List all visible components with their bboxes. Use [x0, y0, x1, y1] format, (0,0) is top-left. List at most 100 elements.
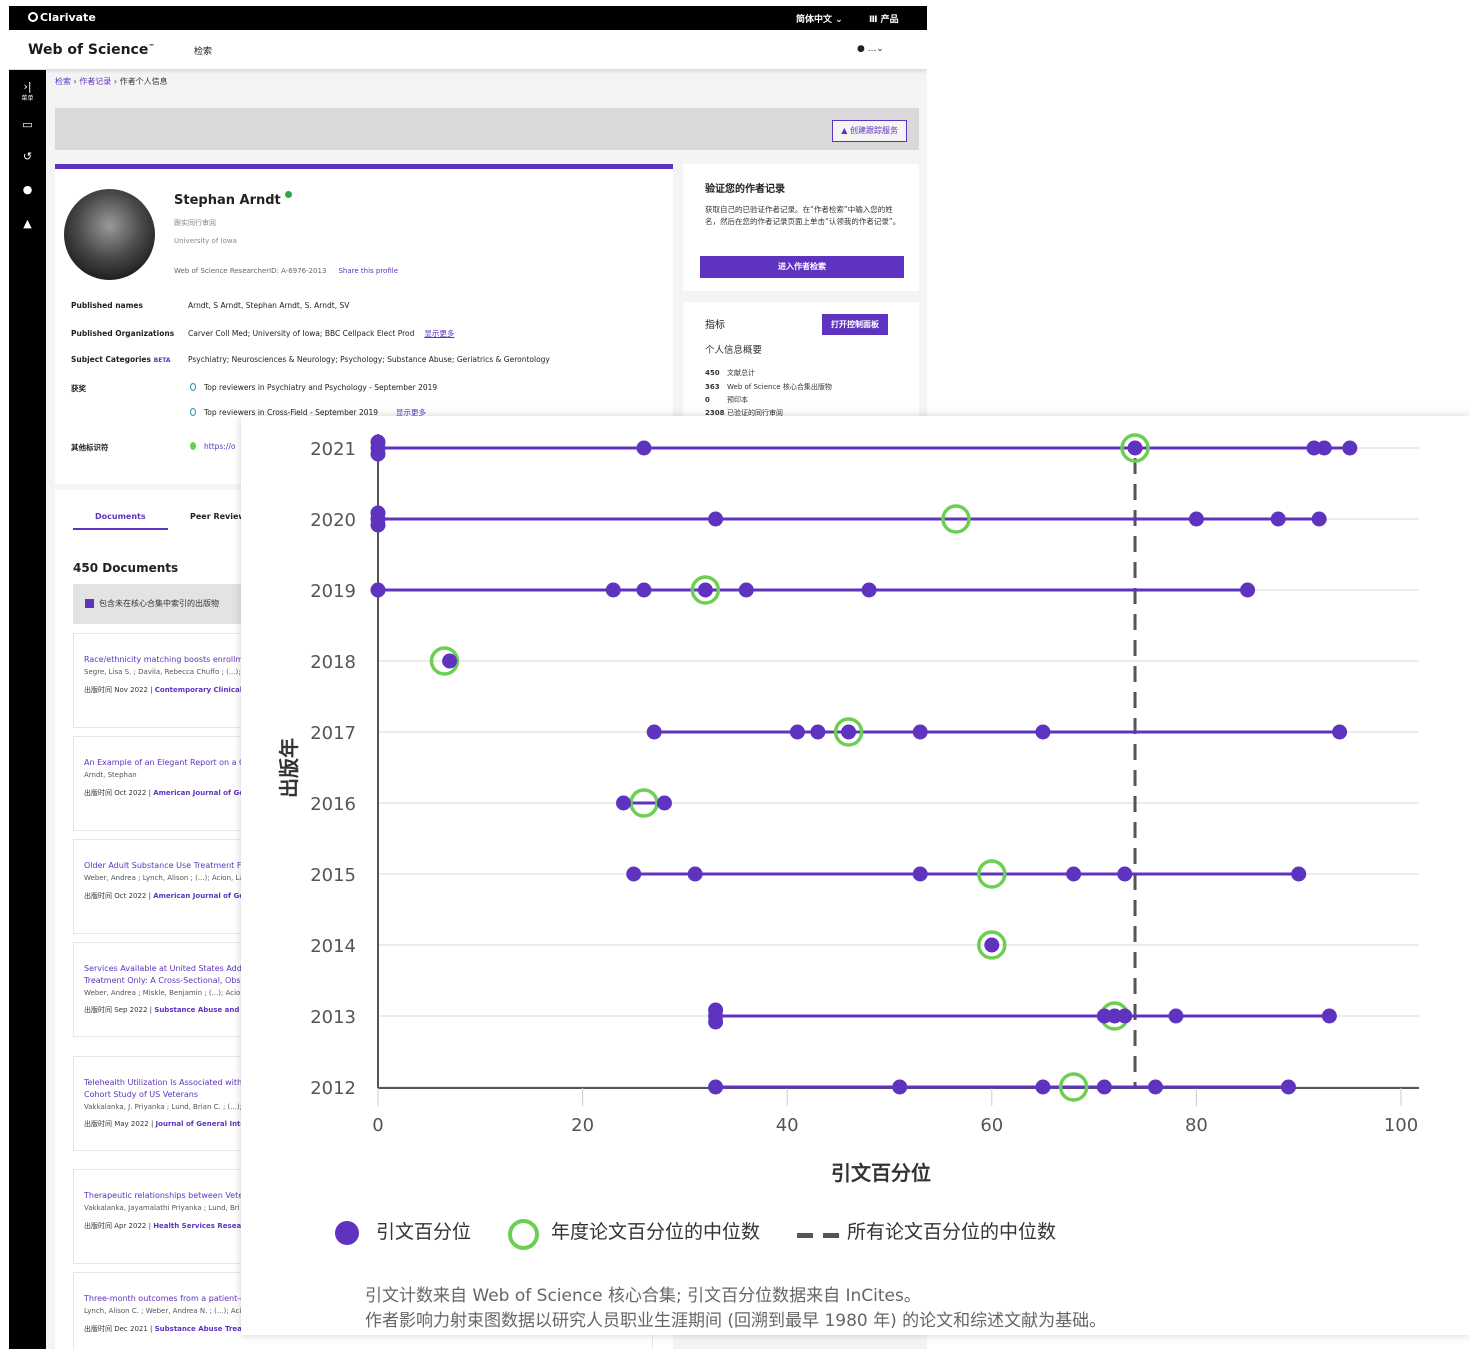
year-tick-label: 2020 — [310, 510, 356, 531]
menu-label: 菜单 — [21, 95, 34, 102]
citation-point — [1280, 1079, 1296, 1095]
affiliation: University of Iowa — [174, 237, 237, 245]
other-ids-label-text: 其他标识符 — [71, 443, 109, 452]
subject-categories: Psychiatry; Neurosciences & Neurology; P… — [188, 355, 550, 364]
bell-icon[interactable]: ▲ — [9, 217, 46, 230]
citation-point — [605, 582, 621, 598]
citation-point — [370, 582, 386, 598]
year-tick-label: 2013 — [310, 1007, 356, 1028]
document-journal[interactable]: American Journal of Geria — [153, 892, 254, 900]
citation-point — [370, 446, 386, 462]
citation-point — [1311, 511, 1327, 527]
app-title[interactable]: Web of Science™ — [28, 42, 154, 58]
document-authors: Vakkalanka, J. Priyanka ; Lund, Brian C.… — [84, 1103, 243, 1111]
create-tracking-label: 创建跟踪服务 — [850, 126, 898, 135]
tab-peer-review[interactable]: Peer Review — [190, 512, 246, 521]
composite-screenshot: Clarivate 简体中文 ⌄ Ⅲ 产品 Web of Science™ 检索… — [0, 0, 1470, 1349]
include-checkbox[interactable] — [85, 599, 94, 608]
citation-point — [841, 724, 857, 740]
citation-point — [1291, 866, 1307, 882]
year-tick-label: 2021 — [310, 439, 356, 460]
published-orgs: Carver Coll Med; University of Iowa; BBC… — [188, 329, 415, 338]
breadcrumb-search[interactable]: 检索 — [55, 77, 71, 86]
open-dashboard-button[interactable]: 打开控制面板 — [822, 314, 888, 335]
tab-documents[interactable]: Documents — [95, 512, 146, 521]
orgs-show-more-link[interactable]: 显示更多 — [424, 329, 454, 338]
subject-label: Subject Categories — [71, 355, 151, 364]
y-axis-title: 出版年 — [277, 738, 301, 798]
award-1-text: Top reviewers in Psychiatry and Psycholo… — [204, 383, 438, 392]
document-title[interactable]: Three-month outcomes from a patient-c — [84, 1293, 245, 1305]
profile-icon[interactable]: ● — [9, 183, 46, 196]
clarivate-logo-icon — [28, 12, 38, 22]
year-tick-label: 2016 — [310, 794, 356, 815]
x-tick-label: 80 — [1185, 1115, 1208, 1136]
other-ids-label: 其他标识符 — [71, 442, 188, 453]
document-authors: Segre, Lisa S. ; Davila, Rebecca Chuffo … — [84, 668, 248, 676]
metric-value: 363 — [705, 383, 720, 391]
citation-point — [626, 866, 642, 882]
clarivate-brand[interactable]: Clarivate — [28, 11, 96, 24]
language-selector[interactable]: 简体中文 ⌄ — [796, 12, 843, 25]
x-tick-label: 40 — [776, 1115, 799, 1136]
document-title[interactable]: An Example of an Elegant Report on a Co — [84, 757, 250, 769]
citation-point — [1035, 1079, 1051, 1095]
metric-row: 0 预印本 — [705, 395, 748, 405]
verify-text: 获取自己的已验证作者记录。在“作者检索”中输入您的姓名，然后在您的作者记录页面上… — [705, 205, 901, 226]
author-search-button[interactable]: 进入作者检索 — [700, 256, 904, 278]
history-icon[interactable]: ↺ — [9, 150, 46, 163]
citation-point — [1168, 1008, 1184, 1024]
citation-point — [687, 866, 703, 882]
document-journal[interactable]: Journal of General Intern — [156, 1120, 254, 1128]
verified-icon — [285, 191, 293, 198]
citation-point — [861, 582, 877, 598]
document-date: 出版时间 Sep 2022 | — [84, 1006, 155, 1014]
beta-badge: BETA — [153, 357, 171, 364]
document-date: 出版时间 Apr 2022 | — [84, 1222, 154, 1230]
user-menu[interactable]: ● ...⌄ — [857, 44, 884, 54]
metric-row: 363 Web of Science 核心合集出版物 — [705, 382, 832, 392]
verified-reviews: 跟实同行审阅 — [174, 219, 216, 227]
metric-label: Web of Science 核心合集出版物 — [727, 383, 832, 391]
other-id-link[interactable]: https://o — [204, 442, 235, 451]
citation-point — [1188, 511, 1204, 527]
citation-point — [1316, 440, 1332, 456]
document-title[interactable]: Telehealth Utilization Is Associated wit… — [84, 1077, 242, 1089]
author-name-text: Stephan Arndt — [174, 193, 281, 208]
metrics-card: 指标 打开控制面板 个人信息概要 450 文献总计 363 Web of Scien… — [683, 302, 919, 422]
app-title-text: Web of Science — [28, 42, 149, 58]
document-title-cont[interactable]: Treatment Only: A Cross-Sectional, Obse — [84, 975, 245, 987]
year-tick-label: 2018 — [310, 652, 356, 673]
verify-title: 验证您的作者记录 — [705, 184, 785, 195]
published-orgs-row: Published Organizations Carver Coll Med; … — [71, 328, 454, 339]
nav-search-link[interactable]: 检索 — [194, 44, 212, 57]
document-journal[interactable]: American Journal of Geria — [153, 789, 254, 797]
document-authors: Vakkalanka, Jayamalathi Priyanka ; Lund,… — [84, 1204, 240, 1212]
share-profile-link[interactable]: Share this profile — [338, 267, 398, 275]
award-1: Top reviewers in Psychiatry and Psycholo… — [190, 383, 437, 392]
menu-toggle[interactable]: ›| 菜单 — [9, 80, 46, 102]
document-title[interactable]: Services Available at United States Addi… — [84, 963, 248, 975]
profile-overview-title: 个人信息概要 — [705, 345, 763, 356]
document-journal[interactable]: Contemporary Clinical Tri — [155, 686, 255, 694]
document-title-cont[interactable]: Cohort Study of US Veterans — [84, 1089, 198, 1101]
document-authors: Weber, Andrea ; Lynch, Alison ; (...); A… — [84, 874, 244, 882]
citation-point — [912, 866, 928, 882]
citation-point — [1342, 440, 1358, 456]
create-tracking-button[interactable]: ▲ 创建跟踪服务 — [832, 120, 907, 142]
published-orgs-label: Published Organizations — [71, 329, 175, 338]
document-title[interactable]: Race/ethnicity matching boosts enrollm — [84, 654, 243, 666]
legend-median-ring-icon — [508, 1219, 539, 1250]
citation-point — [646, 724, 662, 740]
breadcrumb-author-records[interactable]: 作者记录 — [79, 77, 111, 86]
citation-point — [616, 795, 632, 811]
chart-footnote: 引文计数来自 Web of Science 核心合集; 引文百分位数据来自 In… — [365, 1284, 1106, 1334]
researcher-id-row: Web of Science ResearcherID: A-6976-2013… — [174, 267, 398, 275]
document-journal[interactable]: Health Services Research — [153, 1222, 254, 1230]
other-id[interactable]: https://o — [190, 442, 235, 451]
metric-value: 450 — [705, 369, 720, 377]
products-menu[interactable]: Ⅲ 产品 — [869, 12, 899, 25]
folder-icon[interactable]: ▭ — [9, 118, 46, 131]
document-title[interactable]: Older Adult Substance Use Treatment Fi — [84, 860, 243, 872]
document-title[interactable]: Therapeutic relationships between Vete — [84, 1190, 243, 1202]
